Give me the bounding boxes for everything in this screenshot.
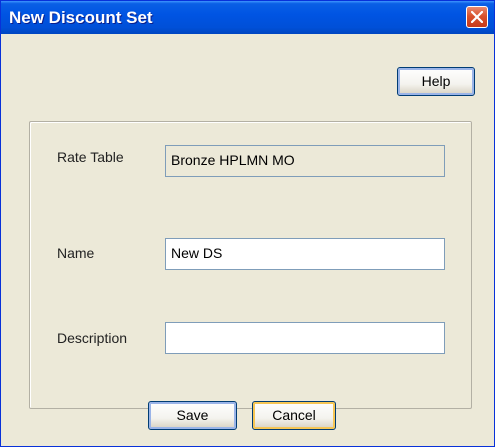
dialog-content: Help Rate Table Bronze HPLMN MO Name New… [4,34,491,444]
close-icon [471,11,483,23]
cancel-button-label: Cancel [272,407,316,423]
window-title: New Discount Set [9,8,153,27]
help-button[interactable]: Help [397,67,475,96]
description-label: Description [57,330,128,346]
description-input[interactable] [165,322,445,354]
name-input[interactable]: New DS [165,238,445,270]
cancel-button[interactable]: Cancel [252,401,336,430]
dialog-window: New Discount Set Help Rate Table Bronze … [0,0,495,447]
save-button-label: Save [176,407,209,423]
help-button-label: Help [421,73,451,89]
name-label: Name [57,245,95,261]
rate-table-field: Bronze HPLMN MO [165,145,445,177]
title-bar[interactable]: New Discount Set [1,1,494,34]
save-button[interactable]: Save [148,401,237,430]
form-group-box: Rate Table Bronze HPLMN MO Name New DS D… [29,121,472,409]
close-button[interactable] [466,6,488,28]
rate-table-label: Rate Table [57,149,124,165]
